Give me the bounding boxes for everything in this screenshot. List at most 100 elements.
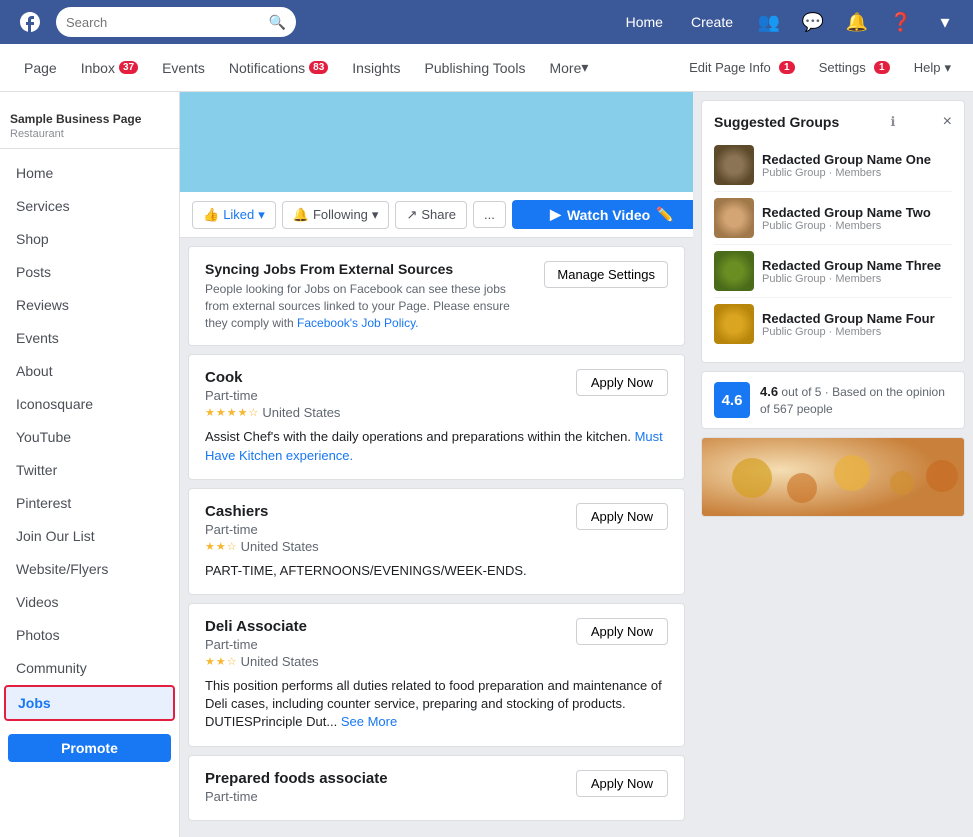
notifications-icon[interactable]: 🔔 <box>841 6 873 38</box>
job-title: Deli Associate <box>205 618 319 635</box>
more-options-button[interactable]: ... <box>473 201 506 228</box>
job-card-cook: Cook Part-time ★ ★ ★ ★ ☆ United States <box>188 354 685 479</box>
job-description: Assist Chef's with the daily operations … <box>205 428 668 464</box>
sidebar-item-events[interactable]: Events <box>4 322 175 354</box>
sidebar-item-videos[interactable]: Videos <box>4 586 175 618</box>
sidebar-item-about[interactable]: About <box>4 355 175 387</box>
thumbs-up-icon: 👍 <box>203 207 219 223</box>
share-button[interactable]: ↗ Share <box>395 201 467 229</box>
food-preview-image <box>701 437 965 517</box>
cover-image <box>180 92 693 192</box>
suggested-groups-card: Suggested Groups ℹ × Redacted Group Name… <box>701 100 965 363</box>
tab-more[interactable]: More ▾ <box>537 44 600 92</box>
liked-button[interactable]: 👍 Liked ▾ <box>192 201 276 229</box>
sidebar-item-photos[interactable]: Photos <box>4 619 175 651</box>
search-bar[interactable]: 🔍 <box>56 7 296 37</box>
page-navigation: Page Inbox 37 Events Notifications 83 In… <box>0 44 973 92</box>
friends-icon[interactable]: 👥 <box>753 6 785 38</box>
suggested-groups-title: Suggested Groups <box>714 114 839 130</box>
edit-page-info-btn[interactable]: Edit Page Info 1 <box>679 56 805 79</box>
sidebar-item-services[interactable]: Services <box>4 190 175 222</box>
sidebar-item-shop[interactable]: Shop <box>4 223 175 255</box>
group-item: Redacted Group Name Four Public Group · … <box>714 298 952 350</box>
job-type: Part-time <box>205 388 340 403</box>
apply-now-button-deli[interactable]: Apply Now <box>576 618 668 645</box>
sidebar-item-iconosquare[interactable]: Iconosquare <box>4 388 175 420</box>
tab-events[interactable]: Events <box>150 44 217 92</box>
group-avatar <box>714 145 754 185</box>
search-icon: 🔍 <box>269 14 286 31</box>
search-input[interactable] <box>66 15 265 30</box>
jobs-content: Syncing Jobs From External Sources Peopl… <box>180 238 693 837</box>
sidebar-item-website-flyers[interactable]: Website/Flyers <box>4 553 175 585</box>
right-sidebar: Suggested Groups ℹ × Redacted Group Name… <box>693 92 973 837</box>
sidebar: Sample Business Page Restaurant Home Ser… <box>0 92 180 837</box>
sidebar-item-reviews[interactable]: Reviews <box>4 289 175 321</box>
group-meta: Public Group · Members <box>762 220 952 232</box>
job-card-header: Cashiers Part-time ★ ★ ☆ United States A… <box>205 503 668 554</box>
sidebar-item-community[interactable]: Community <box>4 652 175 684</box>
sidebar-item-youtube[interactable]: YouTube <box>4 421 175 453</box>
rating-card: 4.6 4.6 out of 5 · Based on the opinion … <box>701 371 965 429</box>
group-name: Redacted Group Name Two <box>762 205 952 220</box>
rating-text: 4.6 out of 5 · Based on the opinion of 5… <box>760 383 952 418</box>
job-description: PART-TIME, AFTERNOONS/EVENINGS/WEEK-ENDS… <box>205 562 668 580</box>
group-avatar <box>714 198 754 238</box>
group-info: Redacted Group Name Two Public Group · M… <box>762 205 952 232</box>
create-nav-link[interactable]: Create <box>683 10 741 34</box>
chevron-down-icon[interactable]: ▾ <box>929 6 961 38</box>
sidebar-item-posts[interactable]: Posts <box>4 256 175 288</box>
tab-insights[interactable]: Insights <box>340 44 412 92</box>
group-name: Redacted Group Name Four <box>762 311 952 326</box>
sidebar-item-twitter[interactable]: Twitter <box>4 454 175 486</box>
group-item: Redacted Group Name One Public Group · M… <box>714 139 952 192</box>
see-more-link[interactable]: See More <box>341 714 397 729</box>
apply-now-button-cook[interactable]: Apply Now <box>576 369 668 396</box>
job-card-header: Cook Part-time ★ ★ ★ ★ ☆ United States <box>205 369 668 420</box>
help-btn[interactable]: Help ▾ <box>904 56 961 80</box>
group-info: Redacted Group Name Four Public Group · … <box>762 311 952 338</box>
job-title: Cashiers <box>205 503 319 520</box>
main-wrapper: Sample Business Page Restaurant Home Ser… <box>0 92 973 837</box>
tab-publishing-tools[interactable]: Publishing Tools <box>413 44 538 92</box>
tab-page[interactable]: Page <box>12 44 69 92</box>
group-avatar <box>714 304 754 344</box>
job-title: Prepared foods associate <box>205 770 388 787</box>
rating-score: 4.6 <box>714 382 750 418</box>
content-area: 👍 Liked ▾ 🔔 Following ▾ ↗ Share ... ▶ Wa… <box>180 92 693 837</box>
job-policy-link[interactable]: Facebook's Job Policy. <box>297 316 418 330</box>
help-icon[interactable]: ❓ <box>885 6 917 38</box>
sidebar-item-pinterest[interactable]: Pinterest <box>4 487 175 519</box>
facebook-logo[interactable] <box>12 4 48 40</box>
tab-notifications[interactable]: Notifications 83 <box>217 44 340 92</box>
settings-btn[interactable]: Settings 1 <box>809 56 900 79</box>
sidebar-item-home[interactable]: Home <box>4 157 175 189</box>
group-name: Redacted Group Name Three <box>762 258 952 273</box>
job-card-cashiers: Cashiers Part-time ★ ★ ☆ United States A… <box>188 488 685 595</box>
close-suggested-groups-button[interactable]: × <box>943 113 952 131</box>
location-stars: ★ ★ ★ ★ ☆ <box>205 406 258 419</box>
top-nav-right: Home Create 👥 💬 🔔 ❓ ▾ <box>618 6 961 38</box>
manage-settings-button[interactable]: Manage Settings <box>544 261 668 288</box>
sidebar-item-join-our-list[interactable]: Join Our List <box>4 520 175 552</box>
tab-inbox[interactable]: Inbox 37 <box>69 44 150 92</box>
inbox-badge: 37 <box>119 61 138 74</box>
messenger-icon[interactable]: 💬 <box>797 6 829 38</box>
apply-now-button-cashiers[interactable]: Apply Now <box>576 503 668 530</box>
group-info: Redacted Group Name Three Public Group ·… <box>762 258 952 285</box>
group-name: Redacted Group Name One <box>762 152 952 167</box>
settings-badge: 1 <box>874 61 890 74</box>
page-header-sidebar: Sample Business Page Restaurant <box>0 100 179 149</box>
apply-now-button-prepared-foods[interactable]: Apply Now <box>576 770 668 797</box>
following-button[interactable]: 🔔 Following ▾ <box>282 201 390 229</box>
watch-video-button[interactable]: ▶ Watch Video ✏️ <box>512 200 712 229</box>
job-card-prepared-foods: Prepared foods associate Part-time Apply… <box>188 755 685 821</box>
job-type: Part-time <box>205 522 319 537</box>
following-icon: 🔔 <box>293 207 309 223</box>
home-nav-link[interactable]: Home <box>618 10 671 34</box>
play-icon: ▶ <box>550 206 561 223</box>
promote-button[interactable]: Promote <box>8 734 171 762</box>
page-name-sidebar: Sample Business Page <box>10 112 169 128</box>
sidebar-item-jobs[interactable]: Jobs <box>4 685 175 721</box>
job-description: This position performs all duties relate… <box>205 677 668 732</box>
